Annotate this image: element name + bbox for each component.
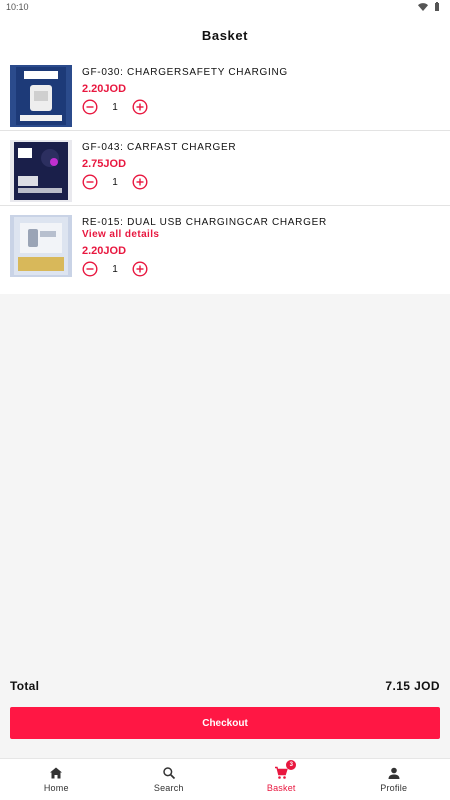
quantity-value: 1 [112, 263, 118, 275]
basket-list: GF-030: CHARGERSAFETY CHARGING 2.20JOD 1… [0, 56, 450, 294]
item-info: RE-015: DUAL USB CHARGINGCAR CHARGER Vie… [82, 215, 327, 277]
home-icon [50, 767, 63, 779]
item-price: 2.20JOD [82, 83, 127, 95]
nav-profile[interactable]: Profile [338, 759, 450, 800]
product-image[interactable] [10, 65, 72, 127]
item-name: RE-015: DUAL USB CHARGINGCAR CHARGER [82, 217, 327, 228]
plus-icon[interactable] [132, 99, 148, 115]
search-icon [163, 767, 175, 780]
item-info: GF-030: CHARGERSAFETY CHARGING 2.20JOD 1 [82, 65, 288, 115]
nav-basket-label: Basket [266, 783, 296, 793]
status-time: 10:10 [6, 2, 29, 12]
item-info: GF-043: CARFAST CHARGER 2.75JOD 1 [82, 140, 236, 190]
nav-search-label: Search [153, 783, 184, 793]
basket-item[interactable]: GF-030: CHARGERSAFETY CHARGING 2.20JOD 1 [0, 56, 450, 131]
nav-basket[interactable]: 3 Basket [225, 759, 338, 800]
wifi-icon [418, 3, 428, 11]
view-details-link[interactable]: View all details [82, 229, 327, 241]
minus-icon[interactable] [82, 174, 98, 190]
item-name: GF-030: CHARGERSAFETY CHARGING [82, 67, 288, 78]
basket-item[interactable]: RE-015: DUAL USB CHARGINGCAR CHARGER Vie… [0, 206, 450, 294]
page-title: Basket [201, 27, 249, 43]
item-price: 2.75JOD [82, 158, 127, 170]
basket-item[interactable]: GF-043: CARFAST CHARGER 2.75JOD 1 [0, 131, 450, 206]
nav-search[interactable]: Search [113, 759, 226, 800]
nav-profile-label: Profile [380, 783, 408, 793]
nav-home-label: Home [43, 783, 69, 793]
plus-icon[interactable] [132, 174, 148, 190]
status-icons [418, 2, 442, 12]
bottom-nav: Home Search 3 Basket Profile [0, 758, 450, 800]
basket-icon-wrap: 3 [274, 760, 297, 780]
total-value: 7.15 JOD [385, 679, 440, 693]
item-name: GF-043: CARFAST CHARGER [82, 142, 237, 153]
quantity-stepper: 1 [82, 99, 288, 115]
basket-count-badge: 3 [286, 760, 297, 770]
status-bar: 10:10 [0, 0, 450, 14]
order-summary: Total 7.15 JOD [0, 676, 450, 696]
minus-icon[interactable] [82, 99, 98, 115]
battery-icon [435, 2, 439, 11]
total-label: Total [10, 679, 40, 693]
product-image[interactable] [10, 140, 72, 202]
item-price: 2.20JOD [82, 245, 127, 257]
quantity-stepper: 1 [82, 174, 236, 190]
quantity-value: 1 [112, 101, 118, 113]
nav-home[interactable]: Home [0, 759, 113, 800]
person-icon [388, 767, 400, 779]
checkout-button[interactable]: Checkout [10, 707, 440, 739]
quantity-value: 1 [112, 176, 118, 188]
app-bar: Basket [0, 14, 450, 56]
plus-icon[interactable] [132, 261, 148, 277]
quantity-stepper: 1 [82, 261, 327, 277]
product-image[interactable] [10, 215, 72, 277]
minus-icon[interactable] [82, 261, 98, 277]
